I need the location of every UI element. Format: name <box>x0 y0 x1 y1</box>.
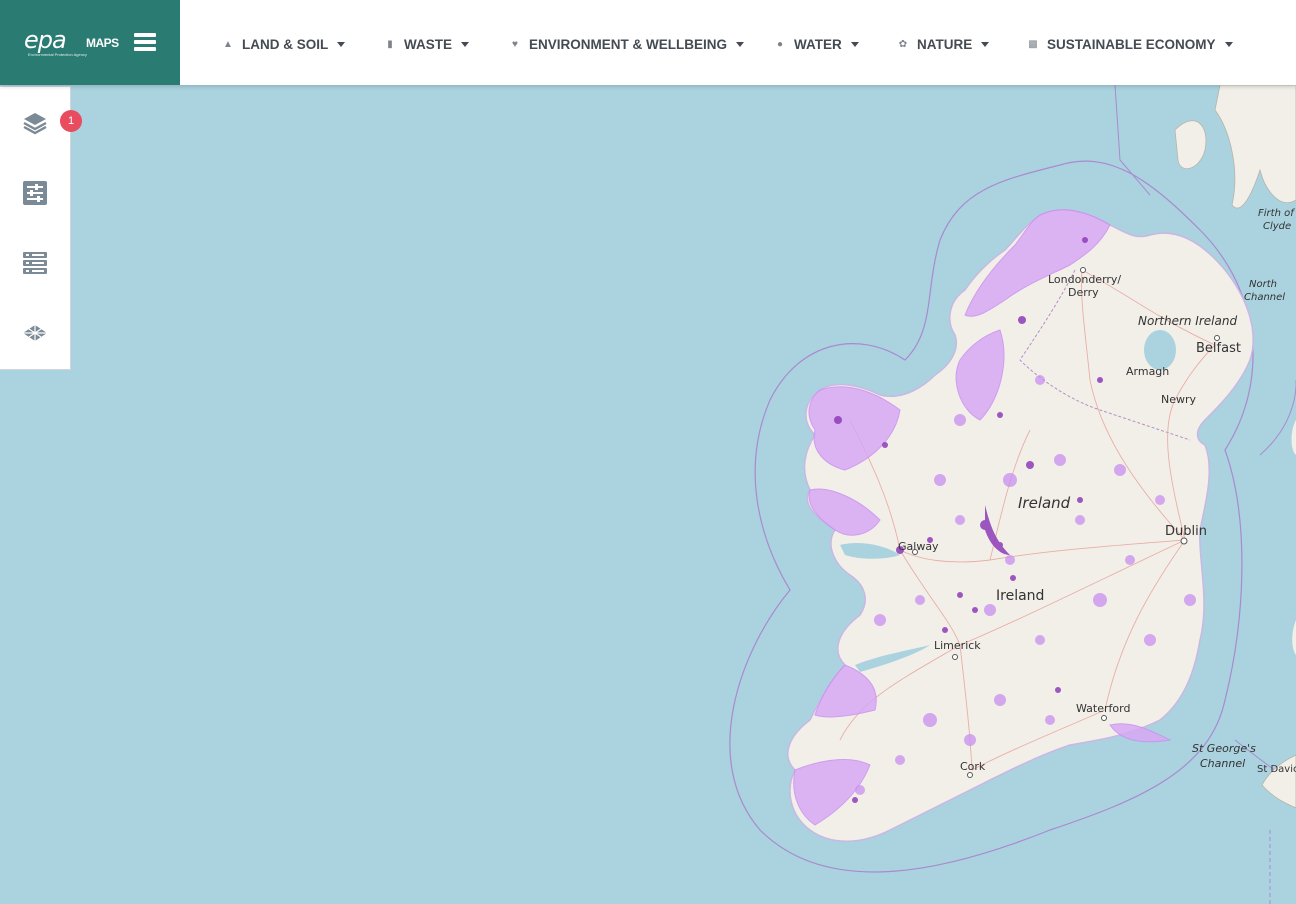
layers-icon <box>23 113 47 135</box>
caret-down-icon <box>337 41 346 47</box>
leaf-icon: ✿ <box>898 38 908 50</box>
label-ireland: Ireland <box>996 588 1044 604</box>
label-firth-of: Firth of <box>1258 208 1295 219</box>
label-limerick: Limerick <box>934 639 981 652</box>
nav-label: LAND & SOIL <box>242 36 329 52</box>
nav-land-soil[interactable]: ▲ LAND & SOIL <box>220 35 346 53</box>
label-armagh: Armagh <box>1126 365 1169 378</box>
logo-subtitle: Environmental Protection Agency <box>28 52 87 57</box>
land-icon: ▲ <box>223 38 233 50</box>
nav-water[interactable]: ● WATER <box>772 35 859 53</box>
layers-button[interactable] <box>19 107 51 139</box>
logo-text: epa <box>24 26 67 54</box>
caret-down-icon <box>461 41 470 47</box>
logo-maps: MAPS <box>86 36 119 50</box>
hamburger-icon[interactable] <box>134 33 156 51</box>
nav-nature[interactable]: ✿ NATURE <box>895 35 990 53</box>
epa-maps-logo[interactable]: epa MAPS Environmental Protection Agency <box>20 22 120 64</box>
bin-icon: ▮ <box>387 38 393 50</box>
basemap-icon <box>23 325 47 341</box>
label-north-channel: Channel <box>1244 292 1285 303</box>
factory-icon: ▩ <box>1028 38 1038 50</box>
nav-label: NATURE <box>917 36 973 52</box>
label-dublin: Dublin <box>1165 524 1207 539</box>
caret-down-icon <box>736 41 744 47</box>
label-newry: Newry <box>1161 393 1197 406</box>
heart-icon: ♥ <box>512 38 518 50</box>
label-waterford: Waterford <box>1076 702 1130 715</box>
top-header: epa MAPS Environmental Protection Agency… <box>0 0 1296 85</box>
nav-label: WASTE <box>404 36 453 52</box>
label-st-georges: St George's <box>1192 742 1256 755</box>
nav-sustainable-economy[interactable]: ▩ SUSTAINABLE ECONOMY <box>1025 35 1233 53</box>
map-toolbar <box>0 86 71 370</box>
label-cork: Cork <box>960 760 986 773</box>
nav-label: ENVIRONMENT & WELLBEING <box>529 36 727 52</box>
label-belfast: Belfast <box>1196 341 1241 356</box>
label-galway: Galway <box>898 540 939 553</box>
basemap-button[interactable] <box>19 317 51 349</box>
label-channel: Channel <box>1200 757 1245 770</box>
map-canvas[interactable]: Londonderry/ Derry Northern Ireland Belf… <box>0 0 1296 904</box>
label-northern-ireland: Northern Ireland <box>1138 314 1237 328</box>
nav-waste[interactable]: ▮ WASTE <box>382 35 470 53</box>
water-drop-icon: ● <box>776 38 784 50</box>
label-north: North <box>1249 279 1277 290</box>
lough-neagh <box>1144 330 1176 370</box>
caret-down-icon <box>981 41 990 47</box>
sliders-icon <box>23 181 47 205</box>
label-clyde: Clyde <box>1263 221 1291 232</box>
caret-down-icon <box>1224 41 1233 47</box>
nav-label: SUSTAINABLE ECONOMY <box>1047 36 1216 52</box>
layers-count-badge: 1 <box>60 110 82 132</box>
main-nav: ▲ LAND & SOIL ▮ WASTE ♥ ENVIRONMENT & WE… <box>180 0 1296 85</box>
label-ireland-italic: Ireland <box>1018 494 1071 512</box>
nav-label: WATER <box>794 36 842 52</box>
brand-panel: epa MAPS Environmental Protection Agency <box>0 0 180 85</box>
data-button[interactable] <box>19 247 51 279</box>
label-londonderry: Londonderry/ <box>1048 273 1121 286</box>
filters-button[interactable] <box>19 177 51 209</box>
database-list-icon <box>23 252 47 274</box>
nav-environment-wellbeing[interactable]: ♥ ENVIRONMENT & WELLBEING <box>507 35 744 53</box>
caret-down-icon <box>850 41 859 47</box>
label-derry: Derry <box>1068 286 1099 299</box>
label-st-davids: St Davic <box>1257 764 1296 775</box>
